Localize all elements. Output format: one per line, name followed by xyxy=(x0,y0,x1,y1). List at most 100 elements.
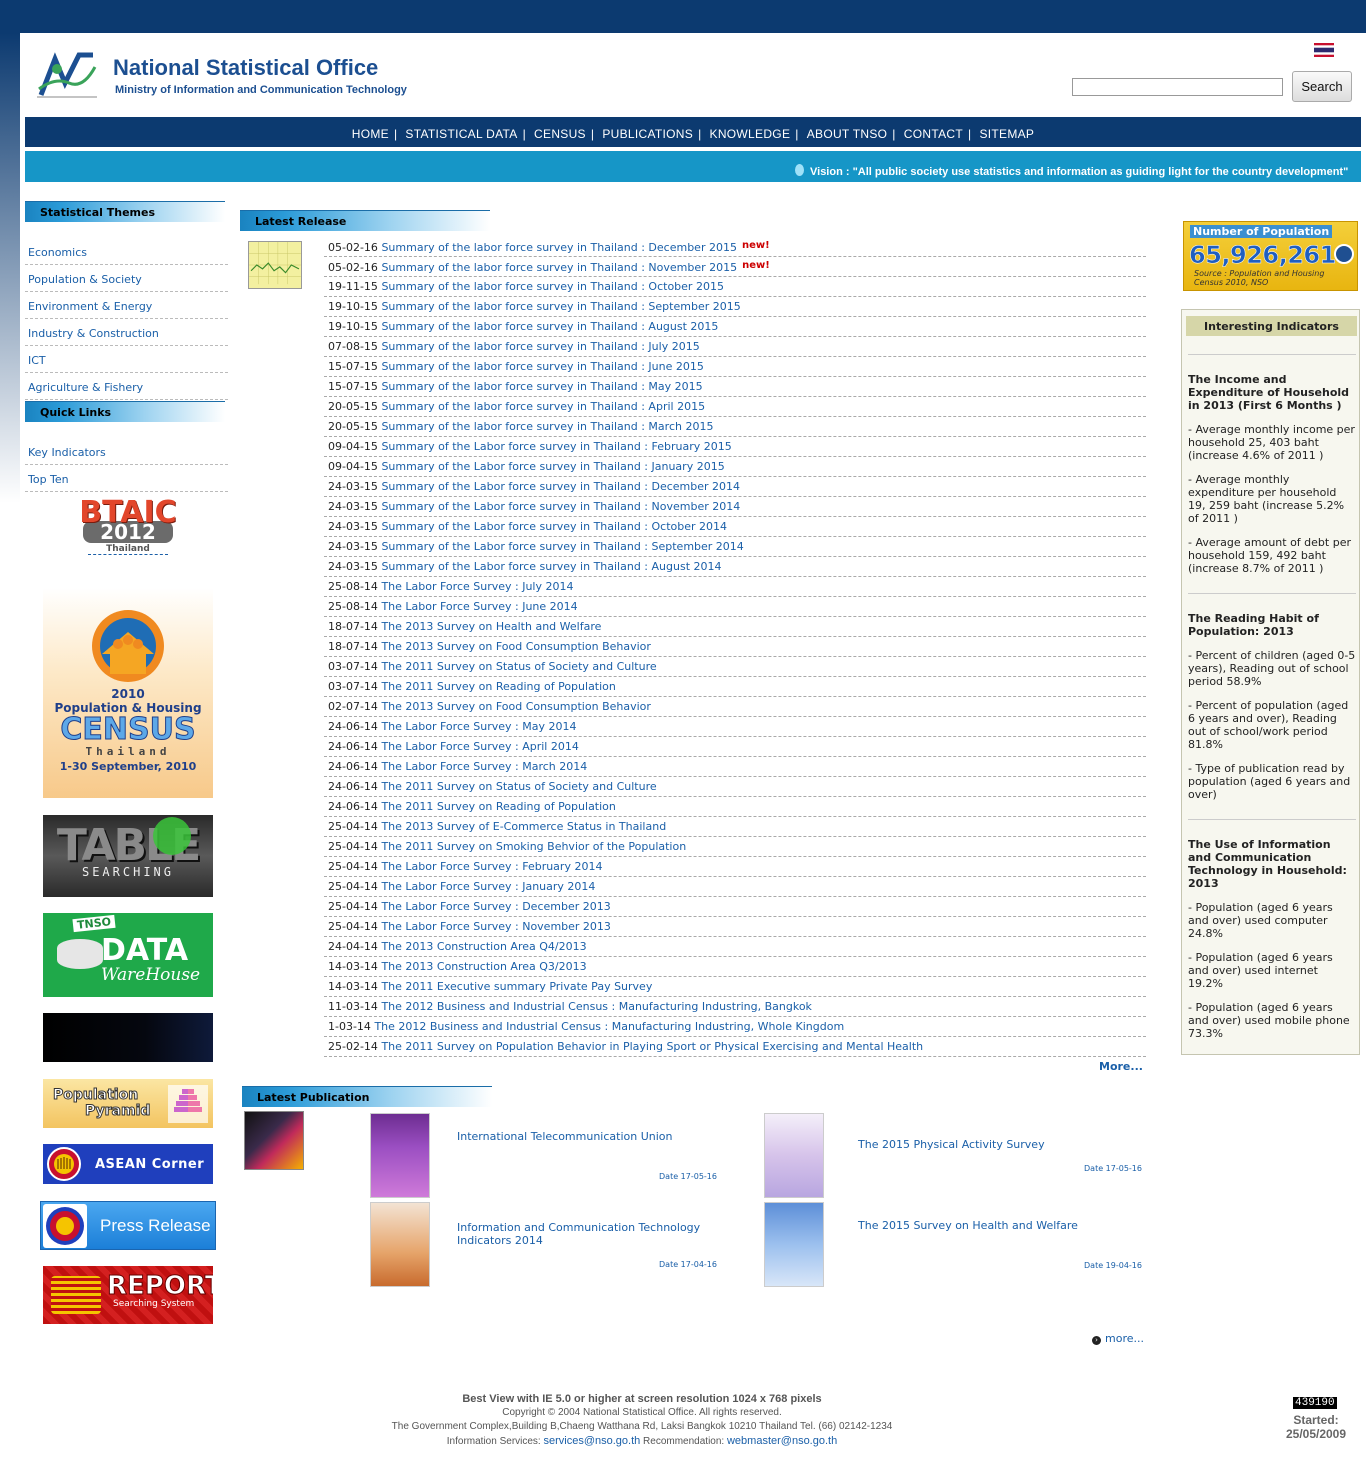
release-link[interactable]: The 2011 Survey on Status of Society and… xyxy=(381,660,656,673)
release-link[interactable]: Summary of the Labor force survey in Tha… xyxy=(381,540,743,553)
quick-top-ten[interactable]: Top Ten xyxy=(25,465,228,492)
asean-corner-banner[interactable]: ASEAN Corner xyxy=(43,1144,213,1184)
release-link[interactable]: Summary of the Labor force survey in Tha… xyxy=(381,560,721,573)
census-2010-banner[interactable]: 2010 Population & Housing CENSUS Thailan… xyxy=(43,588,213,798)
publication-title-itu[interactable]: International Telecommunication Union xyxy=(457,1130,727,1143)
release-link[interactable]: Summary of the Labor force survey in Tha… xyxy=(381,480,740,493)
release-link[interactable]: The Labor Force Survey : February 2014 xyxy=(381,860,602,873)
thai-flag-icon[interactable] xyxy=(1314,43,1334,57)
release-link[interactable]: Summary of the labor force survey in Tha… xyxy=(381,360,703,373)
release-link[interactable]: The 2011 Survey on Status of Society and… xyxy=(381,780,656,793)
theme-ict[interactable]: ICT xyxy=(25,346,228,373)
release-link[interactable]: The 2011 Survey on Smoking Behvior of th… xyxy=(381,840,686,853)
search-input[interactable] xyxy=(1072,78,1283,96)
report-searching-banner[interactable]: REPORT Searching System xyxy=(43,1266,213,1324)
themes-list: Economics Population & Society Environme… xyxy=(25,238,228,400)
release-link[interactable]: Summary of the labor force survey in Tha… xyxy=(381,320,718,333)
release-date: 25-08-14 xyxy=(328,600,378,613)
release-date: 02-07-14 xyxy=(328,700,378,713)
release-link[interactable]: The 2012 Business and Industrial Census … xyxy=(381,1000,812,1013)
release-link[interactable]: The Labor Force Survey : April 2014 xyxy=(381,740,578,753)
publication-cover-ict-indicators[interactable] xyxy=(370,1202,430,1287)
release-link[interactable]: Summary of the labor force survey in Tha… xyxy=(381,280,724,293)
release-link[interactable]: Summary of the labor force survey in Tha… xyxy=(381,380,702,393)
release-link[interactable]: Summary of the Labor force survey in Tha… xyxy=(381,440,731,453)
release-item: 03-07-14 The 2011 Survey on Reading of P… xyxy=(324,677,1146,697)
theme-population-society[interactable]: Population & Society xyxy=(25,265,228,292)
theme-economics[interactable]: Economics xyxy=(25,238,228,265)
nav-sitemap[interactable]: SITEMAP xyxy=(979,127,1034,141)
release-link[interactable]: The 2013 Construction Area Q3/2013 xyxy=(381,960,586,973)
latest-release-list: 05-02-16 Summary of the labor force surv… xyxy=(324,237,1146,1057)
publication-title-physical-activity[interactable]: The 2015 Physical Activity Survey xyxy=(858,1138,1128,1151)
btaic-banner[interactable]: BTAIC 2012 Thailand xyxy=(58,497,198,567)
release-date: 09-04-15 xyxy=(328,460,378,473)
quick-key-indicators[interactable]: Key Indicators xyxy=(25,438,228,465)
release-link[interactable]: Summary of the labor force survey in Tha… xyxy=(381,300,740,313)
release-link[interactable]: The 2013 Survey on Food Consumption Beha… xyxy=(381,700,650,713)
release-link[interactable]: Summary of the labor force survey in Tha… xyxy=(381,241,737,254)
nav-statistical-data[interactable]: STATISTICAL DATA xyxy=(405,127,517,141)
release-link[interactable]: Summary of the labor force survey in Tha… xyxy=(381,261,737,274)
population-pyramid-banner[interactable]: Population Pyramid xyxy=(43,1079,213,1128)
publication-more-link[interactable]: › more... xyxy=(1092,1332,1144,1345)
release-item: 1-03-14 The 2012 Business and Industrial… xyxy=(324,1017,1146,1037)
visitor-counter: 439190 xyxy=(1293,1397,1337,1409)
release-link[interactable]: The Labor Force Survey : June 2014 xyxy=(381,600,577,613)
release-link[interactable]: The Labor Force Survey : May 2014 xyxy=(381,720,576,733)
release-link[interactable]: The 2011 Survey on Reading of Population xyxy=(381,680,615,693)
publication-cover-health-welfare[interactable] xyxy=(764,1202,824,1287)
release-link[interactable]: Summary of the labor force survey in Tha… xyxy=(381,400,705,413)
release-link[interactable]: Summary of the Labor force survey in Tha… xyxy=(381,500,740,513)
webmaster-email-link[interactable]: webmaster@nso.go.th xyxy=(727,1435,837,1447)
press-release-banner[interactable]: Press Release xyxy=(40,1201,216,1250)
publication-title-health-welfare[interactable]: The 2015 Survey on Health and Welfare xyxy=(858,1219,1128,1232)
release-link[interactable]: The 2011 Executive summary Private Pay S… xyxy=(381,980,652,993)
services-email-link[interactable]: services@nso.go.th xyxy=(544,1435,641,1447)
theme-agriculture-fishery[interactable]: Agriculture & Fishery xyxy=(25,373,228,400)
release-link[interactable]: The 2012 Business and Industrial Census … xyxy=(374,1020,844,1033)
table-searching-banner[interactable]: TABLE SEARCHING xyxy=(43,815,213,897)
nav-publications[interactable]: PUBLICATIONS xyxy=(602,127,693,141)
release-link[interactable]: The Labor Force Survey : March 2014 xyxy=(381,760,587,773)
publication-title-ict-indicators[interactable]: Information and Communication Technology… xyxy=(457,1221,727,1247)
nav-knowledge[interactable]: KNOWLEDGE xyxy=(710,127,791,141)
publication-cover-itu[interactable] xyxy=(370,1113,430,1198)
release-item: 25-08-14 The Labor Force Survey : July 2… xyxy=(324,577,1146,597)
search-button[interactable]: Search xyxy=(1292,71,1352,102)
data-warehouse-banner[interactable]: TNSO DATA WareHouse xyxy=(43,913,213,997)
theme-industry-construction[interactable]: Industry & Construction xyxy=(25,319,228,346)
nso-logo-icon[interactable] xyxy=(35,49,99,103)
nav-about[interactable]: ABOUT TNSO xyxy=(807,127,888,141)
nav-contact[interactable]: CONTACT xyxy=(904,127,963,141)
release-link[interactable]: The 2013 Survey on Food Consumption Beha… xyxy=(381,640,650,653)
release-link[interactable]: The Labor Force Survey : January 2014 xyxy=(381,880,595,893)
release-link[interactable]: Summary of the labor force survey in Tha… xyxy=(381,420,713,433)
quick-links-list: Key Indicators Top Ten xyxy=(25,438,228,492)
release-link[interactable]: Summary of the labor force survey in Tha… xyxy=(381,340,699,353)
release-link[interactable]: The 2013 Survey of E-Commerce Status in … xyxy=(381,820,666,833)
release-link[interactable]: The 2013 Construction Area Q4/2013 xyxy=(381,940,586,953)
nav-census[interactable]: CENSUS xyxy=(534,127,586,141)
release-item: 19-11-15 Summary of the labor force surv… xyxy=(324,277,1146,297)
release-link[interactable]: The Labor Force Survey : November 2013 xyxy=(381,920,611,933)
release-item: 25-04-14 The 2011 Survey on Smoking Behv… xyxy=(324,837,1146,857)
database-icon xyxy=(57,939,103,969)
theme-environment-energy[interactable]: Environment & Energy xyxy=(25,292,228,319)
release-link[interactable]: Summary of the Labor force survey in Tha… xyxy=(381,460,724,473)
release-link[interactable]: Summary of the Labor force survey in Tha… xyxy=(381,520,727,533)
release-date: 25-04-14 xyxy=(328,880,378,893)
release-link[interactable]: The 2011 Survey on Population Behavior i… xyxy=(381,1040,923,1053)
release-link[interactable]: The Labor Force Survey : July 2014 xyxy=(381,580,573,593)
population-counter-box[interactable]: Number of Population 65,926,261 Source :… xyxy=(1183,221,1358,291)
release-item: 24-04-14 The 2013 Construction Area Q4/2… xyxy=(324,937,1146,957)
nav-home[interactable]: HOME xyxy=(352,127,389,141)
release-chart-thumbnail[interactable] xyxy=(248,241,302,289)
release-more-link[interactable]: More... xyxy=(1099,1060,1143,1073)
release-link[interactable]: The Labor Force Survey : December 2013 xyxy=(381,900,610,913)
dark-banner[interactable] xyxy=(43,1013,213,1062)
publication-cover-physical-activity[interactable] xyxy=(764,1113,824,1198)
release-link[interactable]: The 2013 Survey on Health and Welfare xyxy=(381,620,601,633)
publication-collage-thumbnail[interactable] xyxy=(244,1111,304,1170)
release-link[interactable]: The 2011 Survey on Reading of Population xyxy=(381,800,615,813)
